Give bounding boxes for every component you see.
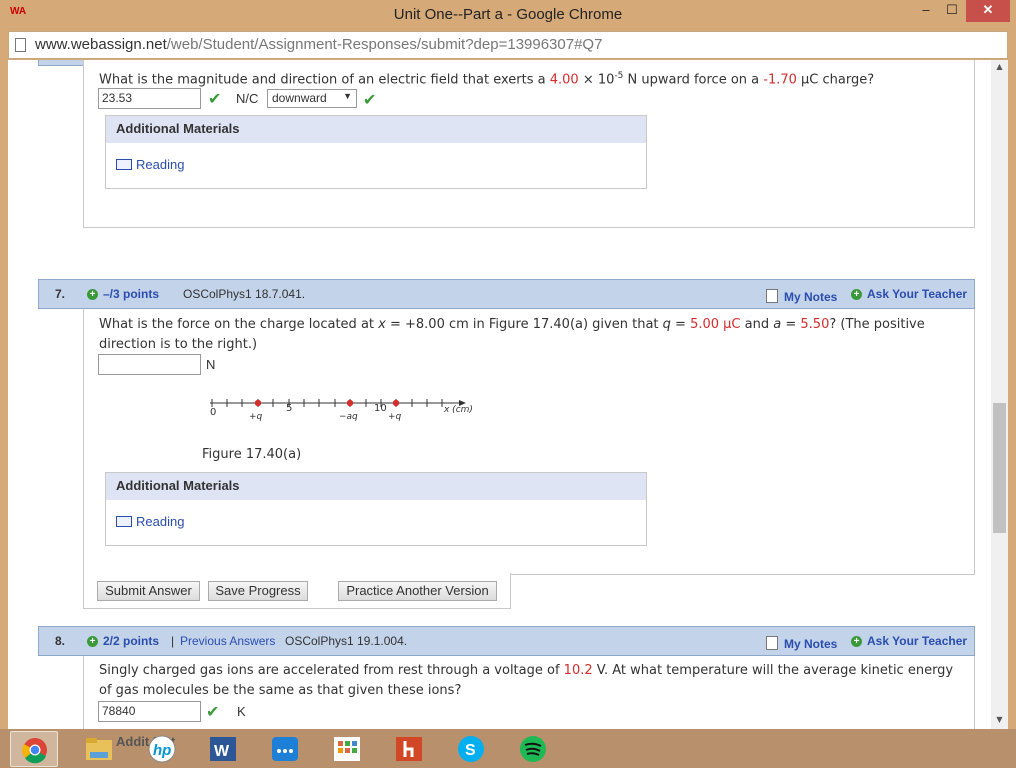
- question-7-body: What is the force on the charge located …: [83, 309, 975, 575]
- correct-check-icon: ✔: [208, 89, 222, 108]
- minimize-button[interactable]: –: [913, 0, 939, 22]
- expand-plus-icon: +: [87, 289, 98, 300]
- additional-materials-heading: Additional Materials: [106, 116, 646, 143]
- submit-answer-button[interactable]: Submit Answer: [97, 581, 200, 601]
- q7-points[interactable]: + –/3 points: [87, 287, 159, 301]
- correct-check-icon: ✔: [206, 702, 220, 721]
- question-number: 8.: [55, 634, 66, 648]
- correct-check-icon: ✔: [363, 90, 377, 109]
- connect-icon: [272, 737, 298, 761]
- plus-icon: +: [851, 636, 862, 647]
- address-bar[interactable]: www.webassign.net/web/Student/Assignment…: [8, 31, 1008, 59]
- q7-additional-materials: Additional Materials Reading: [105, 472, 647, 546]
- browser-window: WA Unit One--Part a - Google Chrome – ☐ …: [0, 0, 1016, 768]
- expand-plus-icon: +: [87, 636, 98, 647]
- tick-label-5: 5: [286, 403, 292, 414]
- note-icon: [766, 636, 778, 650]
- svg-text:W: W: [214, 743, 230, 760]
- question-number: 7.: [55, 287, 66, 301]
- scroll-down-arrow-icon[interactable]: ▼: [991, 715, 1008, 727]
- q7-source: OSColPhys1 18.7.041.: [183, 287, 306, 301]
- scroll-thumb[interactable]: [993, 403, 1006, 533]
- q7-button-area: Submit Answer Save Progress Practice Ano…: [83, 573, 511, 609]
- q7-reading-link[interactable]: Reading: [116, 514, 184, 529]
- q7-unit: N: [206, 357, 216, 372]
- chrome-icon: [22, 738, 47, 764]
- spotify-icon: [520, 736, 546, 762]
- charge-minus-aq: [346, 399, 354, 407]
- question-6-body: What is the magnitude and direction of a…: [83, 60, 975, 228]
- tick-label-10: 10: [374, 403, 387, 414]
- taskbar-word[interactable]: W: [199, 731, 247, 767]
- q7-answer-input[interactable]: [98, 354, 201, 375]
- additional-materials-heading: Additional Materials: [106, 473, 646, 500]
- charge-label-right: +q: [388, 412, 402, 422]
- note-icon: [766, 289, 778, 303]
- url-text[interactable]: www.webassign.net/web/Student/Assignment…: [35, 36, 602, 53]
- taskbar-skype[interactable]: S: [447, 731, 495, 767]
- q8-points[interactable]: +2/2 points: [87, 634, 159, 648]
- plus-icon: +: [851, 289, 862, 300]
- dropdown-arrow-icon: ▼: [343, 91, 352, 101]
- hp-icon: hp: [148, 735, 176, 763]
- page-viewport: What is the magnitude and direction of a…: [8, 60, 991, 729]
- charge-label-mid: −aq: [339, 412, 358, 422]
- question-8-header: 8. +2/2 points | Previous Answers OSColP…: [38, 626, 975, 656]
- maximize-button[interactable]: ☐: [939, 0, 965, 22]
- taskbar-hp[interactable]: hp: [138, 731, 186, 767]
- window-title: Unit One--Part a - Google Chrome: [393, 6, 623, 23]
- vertical-scrollbar[interactable]: ▲ ▼: [991, 60, 1008, 729]
- book-icon: [116, 159, 132, 170]
- svg-text:hp: hp: [153, 742, 171, 759]
- practice-another-version-button[interactable]: Practice Another Version: [338, 581, 497, 601]
- previous-answers-link[interactable]: Previous Answers: [180, 634, 275, 648]
- q6-additional-materials: Additional Materials Reading: [105, 115, 647, 189]
- book-icon: [116, 516, 132, 527]
- word-icon: W: [210, 737, 236, 761]
- taskbar-apps[interactable]: [323, 731, 371, 767]
- page-icon: [15, 38, 26, 52]
- tick-label-0: 0: [210, 407, 216, 418]
- q8-answer-input[interactable]: 78840: [98, 701, 201, 722]
- question-6-text: What is the magnitude and direction of a…: [99, 71, 875, 88]
- q8-separator: |: [171, 634, 175, 648]
- question-7-text: What is the force on the charge located …: [99, 317, 925, 352]
- close-button[interactable]: ✕: [966, 0, 1010, 22]
- taskbar: Addit Mat hp W S: [0, 729, 1016, 768]
- q6-magnitude-input[interactable]: 23.53: [98, 88, 201, 109]
- taskbar-connect[interactable]: [261, 731, 309, 767]
- q6-direction-select[interactable]: downward ▼: [267, 89, 357, 108]
- folder-icon: [86, 738, 112, 760]
- q6-unit: N/C: [236, 91, 259, 106]
- q7-ask-teacher-link[interactable]: + Ask Your Teacher: [851, 287, 967, 301]
- skype-icon: S: [458, 736, 484, 762]
- taskbar-spotify[interactable]: [509, 731, 557, 767]
- figure-17-40a: 0 5 10 x (cm) +q −aq +q: [210, 399, 473, 422]
- figure-caption: Figure 17.40(a): [202, 447, 302, 462]
- charge-plus-q-left: [254, 399, 262, 407]
- charge-label-left: +q: [249, 412, 263, 422]
- q6-reading-link[interactable]: Reading: [116, 157, 184, 172]
- taskbar-file-explorer[interactable]: [76, 731, 124, 767]
- q8-my-notes-link[interactable]: My Notes: [766, 634, 837, 651]
- q8-unit: K: [237, 704, 246, 719]
- question-8-body: Singly charged gas ions are accelerated …: [83, 656, 975, 729]
- question-7-header: 7. + –/3 points OSColPhys1 18.7.041. My N…: [38, 279, 975, 309]
- taskbar-chrome[interactable]: [10, 731, 58, 767]
- axis-label: x (cm): [443, 405, 473, 415]
- apps-grid-icon: [334, 737, 360, 761]
- q8-source: OSColPhys1 19.1.004.: [285, 634, 408, 648]
- q7-my-notes-link[interactable]: My Notes: [766, 287, 837, 304]
- title-bar: WA Unit One--Part a - Google Chrome – ☐ …: [0, 0, 1016, 30]
- svg-text:S: S: [465, 742, 476, 759]
- save-progress-button[interactable]: Save Progress: [208, 581, 308, 601]
- charge-plus-q-right: [392, 399, 400, 407]
- q8-ask-teacher-link[interactable]: + Ask Your Teacher: [851, 634, 967, 648]
- pdf-icon: [396, 737, 422, 761]
- scroll-up-arrow-icon[interactable]: ▲: [991, 62, 1008, 74]
- question-8-text: Singly charged gas ions are accelerated …: [99, 663, 954, 698]
- taskbar-pdf[interactable]: [385, 731, 433, 767]
